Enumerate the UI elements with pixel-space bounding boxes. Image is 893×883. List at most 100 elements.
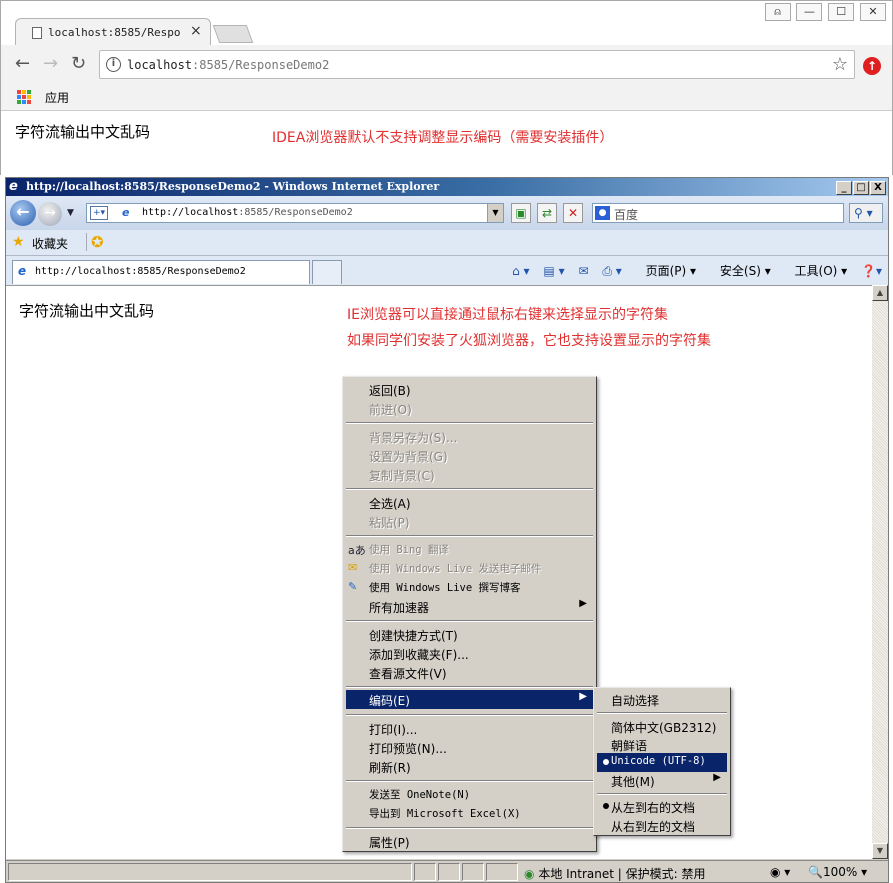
home-icon[interactable]: ⌂ ▾ — [512, 264, 529, 278]
back-arrow-icon[interactable]: ← — [15, 53, 30, 74]
compat-view-icon[interactable]: +▾ — [90, 206, 108, 220]
tools-menu[interactable]: 工具(O) ▾ — [785, 264, 848, 278]
menu-item-bing-translate[interactable]: aあ 使用 Bing 翻译 — [346, 540, 593, 559]
menu-item-encoding[interactable]: 编码(E) ▶ — [346, 690, 593, 709]
encoding-korean[interactable]: 朝鲜语 — [597, 735, 727, 754]
page-menu[interactable]: 页面(P) ▾ — [636, 264, 696, 278]
menu-item-copy-background[interactable]: 复制背景(C) — [346, 465, 593, 484]
encoding-ltr[interactable]: 从左到右的文档 — [597, 797, 727, 816]
favorites-bar: ★ 收藏夹 ✪ — [6, 230, 888, 256]
search-icon[interactable]: ⚲ ▾ — [849, 203, 883, 223]
status-cell — [414, 863, 436, 881]
favorites-star-icon[interactable]: ★ — [12, 234, 25, 250]
ie-url-field[interactable]: +▾ e http://localhost:8585/ResponseDemo2… — [86, 203, 504, 223]
info-icon[interactable]: i — [106, 57, 121, 72]
encoding-rtl[interactable]: 从右到左的文档 — [597, 816, 727, 835]
close-window-button[interactable]: X — [870, 181, 886, 195]
scroll-down-icon[interactable]: ▼ — [872, 843, 888, 859]
translate-icon: aあ — [348, 544, 366, 557]
url-dropdown-icon[interactable]: ▼ — [487, 204, 503, 222]
extension-icon[interactable]: ↑ — [863, 57, 881, 75]
page-text: 字符流输出中文乱码 — [19, 302, 155, 320]
history-dropdown-icon[interactable]: ▼ — [67, 208, 74, 218]
forward-arrow-icon[interactable]: → — [43, 53, 58, 74]
menu-item-print-preview[interactable]: 打印预览(N)... — [346, 738, 593, 757]
menu-item-paste[interactable]: 粘贴(P) — [346, 512, 593, 531]
menu-item-live-blog[interactable]: ✎ 使用 Windows Live 撰写博客 — [346, 578, 593, 597]
print-icon[interactable]: ⎙ ▾ — [602, 264, 621, 278]
new-tab-button[interactable] — [212, 25, 254, 43]
menu-item-view-source[interactable]: 查看源文件(V) — [346, 663, 593, 682]
zoom-level: 100% — [822, 865, 858, 879]
omnibox[interactable]: i localhost:8585/ResponseDemo2 ☆ — [99, 50, 855, 79]
ie-window-title: http://localhost:8585/ResponseDemo2 - Wi… — [26, 180, 440, 193]
selected-bullet-icon — [603, 803, 609, 809]
feeds-icon[interactable]: ▤ ▾ — [543, 264, 564, 278]
menu-item-select-all[interactable]: 全选(A) — [346, 493, 593, 512]
menu-item-live-mail[interactable]: ✉ 使用 Windows Live 发送电子邮件 — [346, 559, 593, 578]
status-zone[interactable]: ◉ 本地 Intranet | 保护模式: 禁用 — [524, 865, 706, 882]
close-window-button[interactable]: ✕ — [860, 3, 886, 21]
chrome-toolbar: ← → ↻ i localhost:8585/ResponseDemo2 ☆ ↑ — [1, 45, 892, 85]
menu-separator — [346, 780, 593, 782]
apps-grid-icon[interactable] — [17, 90, 31, 104]
new-tab-button[interactable] — [312, 260, 342, 284]
menu-item-forward[interactable]: 前进(O) — [346, 399, 593, 418]
menu-item-create-shortcut[interactable]: 创建快捷方式(T) — [346, 625, 593, 644]
forward-arrow-icon[interactable]: → — [38, 202, 62, 226]
favorites-button[interactable]: 收藏夹 — [32, 235, 68, 252]
user-icon[interactable]: ⍝ — [764, 3, 791, 21]
encoding-utf8[interactable]: Unicode (UTF-8) — [597, 753, 727, 772]
ie-search-field[interactable]: ● 百度 — [592, 203, 844, 223]
minimize-button[interactable]: — — [796, 3, 823, 21]
menu-item-print[interactable]: 打印(I)... — [346, 719, 593, 738]
back-arrow-icon[interactable]: ← — [10, 200, 36, 226]
apps-bookmark[interactable]: 应用 — [45, 89, 69, 106]
submenu-arrow-icon: ▶ — [713, 772, 721, 783]
menu-item-add-favorite[interactable]: 添加到收藏夹(F)... — [346, 644, 593, 663]
menu-item-properties[interactable]: 属性(P) — [346, 832, 593, 851]
close-icon[interactable]: × — [190, 23, 202, 39]
ie-status-bar: ◉ 本地 Intranet | 保护模式: 禁用 ◉ ▾ 🔍100% ▾ — [6, 860, 888, 882]
encoding-auto-select[interactable]: 自动选择 — [597, 690, 727, 709]
menu-item-back[interactable]: 返回(B) — [346, 380, 593, 399]
chrome-tab[interactable]: localhost:8585/Response × — [15, 18, 211, 46]
add-favorite-icon[interactable]: ✪ — [86, 233, 104, 251]
encoding-other[interactable]: 其他(M) ▶ — [597, 771, 727, 790]
menu-item-all-accelerators[interactable]: 所有加速器 ▶ — [346, 597, 593, 616]
ie-tab[interactable]: e http://localhost:8585/ResponseDemo2 — [12, 260, 310, 284]
encoding-gb2312[interactable]: 简体中文(GB2312) — [597, 717, 727, 736]
omnibox-url: localhost:8585/ResponseDemo2 — [127, 58, 329, 72]
menu-item-export-excel[interactable]: 导出到 Microsoft Excel(X) — [346, 804, 593, 823]
menu-item-set-background[interactable]: 设置为背景(G) — [346, 446, 593, 465]
menu-item-refresh[interactable]: 刷新(R) — [346, 757, 593, 776]
vertical-scrollbar[interactable]: ▲ ▼ — [872, 285, 888, 859]
ie-window-controls: _ □ X — [835, 179, 886, 195]
menu-item-save-background[interactable]: 背景另存为(S)... — [346, 427, 593, 446]
menu-separator — [346, 422, 593, 424]
zone-label: 本地 Intranet — [538, 867, 614, 881]
safety-menu[interactable]: 安全(S) ▾ — [710, 264, 771, 278]
annotation-note-2: 如果同学们安装了火狐浏览器，它也支持设置显示的字符集 — [347, 333, 711, 349]
menu-separator — [597, 712, 727, 714]
help-icon[interactable]: ❓▾ — [861, 264, 882, 278]
tools-menu-label: 工具(O) — [794, 264, 838, 278]
popup-settings-icon[interactable]: ◉ ▾ — [770, 865, 790, 879]
maximize-button[interactable]: ☐ — [828, 3, 855, 21]
status-cell — [486, 863, 518, 881]
zoom-control[interactable]: 🔍100% ▾ — [808, 865, 867, 879]
minimize-button[interactable]: _ — [836, 181, 852, 195]
reload-icon[interactable]: ↻ — [71, 53, 86, 74]
chrome-tab-title: localhost:8585/Response — [48, 26, 180, 39]
page-icon: e — [18, 264, 27, 278]
maximize-button[interactable]: □ — [853, 181, 869, 195]
mail-icon[interactable]: ✉ — [578, 264, 588, 278]
stop-icon[interactable]: ✕ — [563, 203, 583, 223]
refresh-icon[interactable]: ⇄ — [537, 203, 557, 223]
menu-item-onenote[interactable]: 发送至 OneNote(N) — [346, 785, 593, 804]
url-host: http://localhost — [142, 207, 239, 218]
rss-check-icon[interactable]: ▣ — [511, 203, 531, 223]
scroll-up-icon[interactable]: ▲ — [872, 285, 888, 301]
status-text-cell — [8, 863, 412, 881]
bookmark-star-icon[interactable]: ☆ — [832, 54, 848, 75]
